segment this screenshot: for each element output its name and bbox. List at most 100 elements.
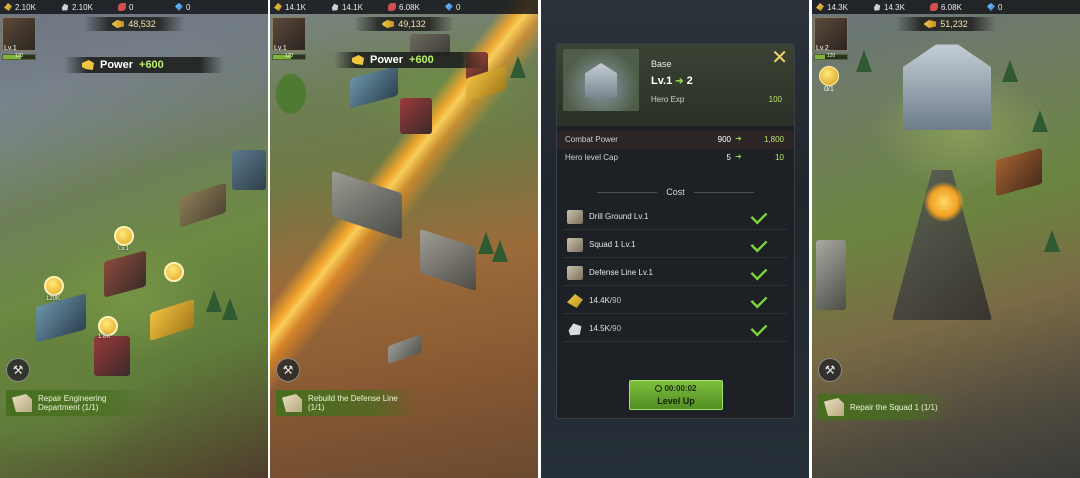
cost-text: Defense Line Lv.1 <box>589 268 653 277</box>
badge-count: 0/1 <box>824 86 834 93</box>
ore-amount: 14.1K <box>342 2 363 12</box>
resource-bubble[interactable] <box>44 276 64 296</box>
hero-exp-label: Hero Exp <box>651 95 685 104</box>
cost-text: 14.5K/90 <box>589 324 621 333</box>
build-button[interactable]: ⚒ <box>276 358 300 382</box>
wheat-resource[interactable]: 14.1K <box>270 3 327 12</box>
ore-resource[interactable]: 2.10K <box>57 3 114 12</box>
resource-bubble[interactable] <box>114 226 134 246</box>
gem-resource[interactable]: 0 <box>441 3 498 12</box>
cost-row: Drill Ground Lv.1 <box>563 206 788 230</box>
meat-amount: 6.08K <box>941 2 962 12</box>
wheat-icon <box>274 3 282 11</box>
gold-counter[interactable]: 49,132 <box>354 17 454 31</box>
checkmark-icon <box>750 207 768 225</box>
resource-bubble[interactable] <box>98 316 118 336</box>
clock-icon <box>655 385 663 392</box>
ore-icon <box>61 3 69 11</box>
quest-text: Rebuild the Defense Line (1/1) <box>308 394 398 412</box>
player-avatar[interactable]: Lv.2 120 <box>814 17 848 61</box>
watch-tower[interactable] <box>816 240 846 310</box>
resource-bar: 14.3K 14.3K 6.08K 0 <box>812 0 1080 14</box>
level-up-button[interactable]: 00:00:02 Level Up <box>629 380 723 410</box>
player-level: Lv.2 <box>816 45 829 52</box>
wheat-amount: 14.1K <box>285 2 306 12</box>
level-from: Lv.1 <box>651 75 673 87</box>
level-up-label: Level Up <box>657 396 695 406</box>
xp-value: 120 <box>14 53 24 59</box>
building-shed[interactable] <box>232 150 266 190</box>
building-pump[interactable] <box>400 98 432 134</box>
close-icon[interactable]: ✕ <box>771 48 788 68</box>
building-thumbnail <box>563 49 639 111</box>
gold-counter[interactable]: 51,232 <box>896 17 996 31</box>
cost-need: /90 <box>609 296 622 305</box>
wheat-resource[interactable]: 14.3K <box>812 3 869 12</box>
gold-icon <box>112 20 125 28</box>
xp-bar: 120 <box>2 53 36 60</box>
fist-icon <box>352 55 364 65</box>
build-button[interactable]: ⚒ <box>818 358 842 382</box>
defense-line-icon <box>567 266 583 280</box>
player-avatar[interactable]: Lv.1 120 <box>272 17 306 61</box>
building-pump[interactable] <box>94 336 130 376</box>
tree <box>276 74 306 114</box>
drill-ground-icon <box>567 210 583 224</box>
resource-bubble-label: 120K <box>46 296 61 302</box>
wheat-amount: 14.3K <box>827 2 848 12</box>
player-level: Lv.1 <box>4 45 17 52</box>
timer-value: 00:00:02 <box>664 384 697 393</box>
gem-resource[interactable]: 0 <box>171 3 228 12</box>
gold-counter[interactable]: 48,532 <box>84 17 184 31</box>
meat-icon <box>388 3 396 11</box>
power-gain: +600 <box>409 54 434 66</box>
hero-badge[interactable]: 0/1 <box>816 66 842 96</box>
cost-requirement: Squad 1 Lv.1 <box>589 240 636 249</box>
gem-icon <box>445 3 453 11</box>
meat-resource[interactable]: 6.08K <box>926 3 983 12</box>
ore-icon <box>331 3 339 11</box>
cost-row: 14.4K/90 <box>563 290 788 314</box>
power-label: Power <box>370 54 404 66</box>
gold-amount: 48,532 <box>128 19 156 29</box>
wheat-icon <box>816 3 824 11</box>
gold-icon <box>924 20 937 28</box>
meat-amount: 0 <box>129 2 134 12</box>
player-avatar[interactable]: Lv.1 120 <box>2 17 36 61</box>
quest-banner[interactable]: Rebuild the Defense Line (1/1) <box>276 390 416 416</box>
cost-title: Cost <box>666 187 685 197</box>
gold-amount: 51,232 <box>940 19 968 29</box>
meat-amount: 6.08K <box>399 2 420 12</box>
timer: 00:00:02 <box>630 384 722 393</box>
quest-text: Repair the Squad 1 (1/1) <box>850 402 938 412</box>
resource-bar: 14.1K 14.1K 6.08K 0 <box>270 0 538 14</box>
quest-text: Repair Engineering Department (1/1) <box>38 394 107 412</box>
wheat-resource[interactable]: 2.10K <box>0 3 57 12</box>
ore-resource[interactable]: 14.1K <box>327 3 384 12</box>
quest-banner[interactable]: Repair the Squad 1 (1/1) <box>818 394 952 420</box>
player-level: Lv.1 <box>274 45 287 52</box>
level-to: 2 <box>686 75 693 87</box>
building-name: Base <box>651 59 672 69</box>
squad-icon <box>567 238 583 252</box>
cost-text: Drill Ground Lv.1 <box>589 212 648 221</box>
checkmark-icon <box>750 291 768 309</box>
wheat-icon <box>567 294 583 308</box>
arrow-right-icon: ➜ <box>735 152 742 161</box>
ore-resource[interactable]: 14.3K <box>869 3 926 12</box>
build-button[interactable]: ⚒ <box>6 358 30 382</box>
cost-row: Squad 1 Lv.1 <box>563 234 788 258</box>
upgrade-dialog: Base Lv.1 ➜ 2 Hero Exp 100 ✕ Combat Powe… <box>556 43 795 419</box>
gem-resource[interactable]: 0 <box>983 3 1040 12</box>
meat-resource[interactable]: 0 <box>114 3 171 12</box>
meat-resource[interactable]: 6.08K <box>384 3 441 12</box>
quest-banner[interactable]: Repair Engineering Department (1/1) <box>6 390 146 416</box>
cost-text: 14.4K/90 <box>589 296 621 305</box>
stat-row: Combat Power 900 ➜ 1,800 <box>557 131 794 149</box>
wheat-bubble[interactable] <box>164 262 184 282</box>
dialog-header: Base Lv.1 ➜ 2 Hero Exp 100 ✕ <box>557 44 794 126</box>
ore-icon <box>873 3 881 11</box>
gold-amount: 49,132 <box>398 19 426 29</box>
quest-icon <box>12 394 32 412</box>
quest-icon <box>282 394 302 412</box>
